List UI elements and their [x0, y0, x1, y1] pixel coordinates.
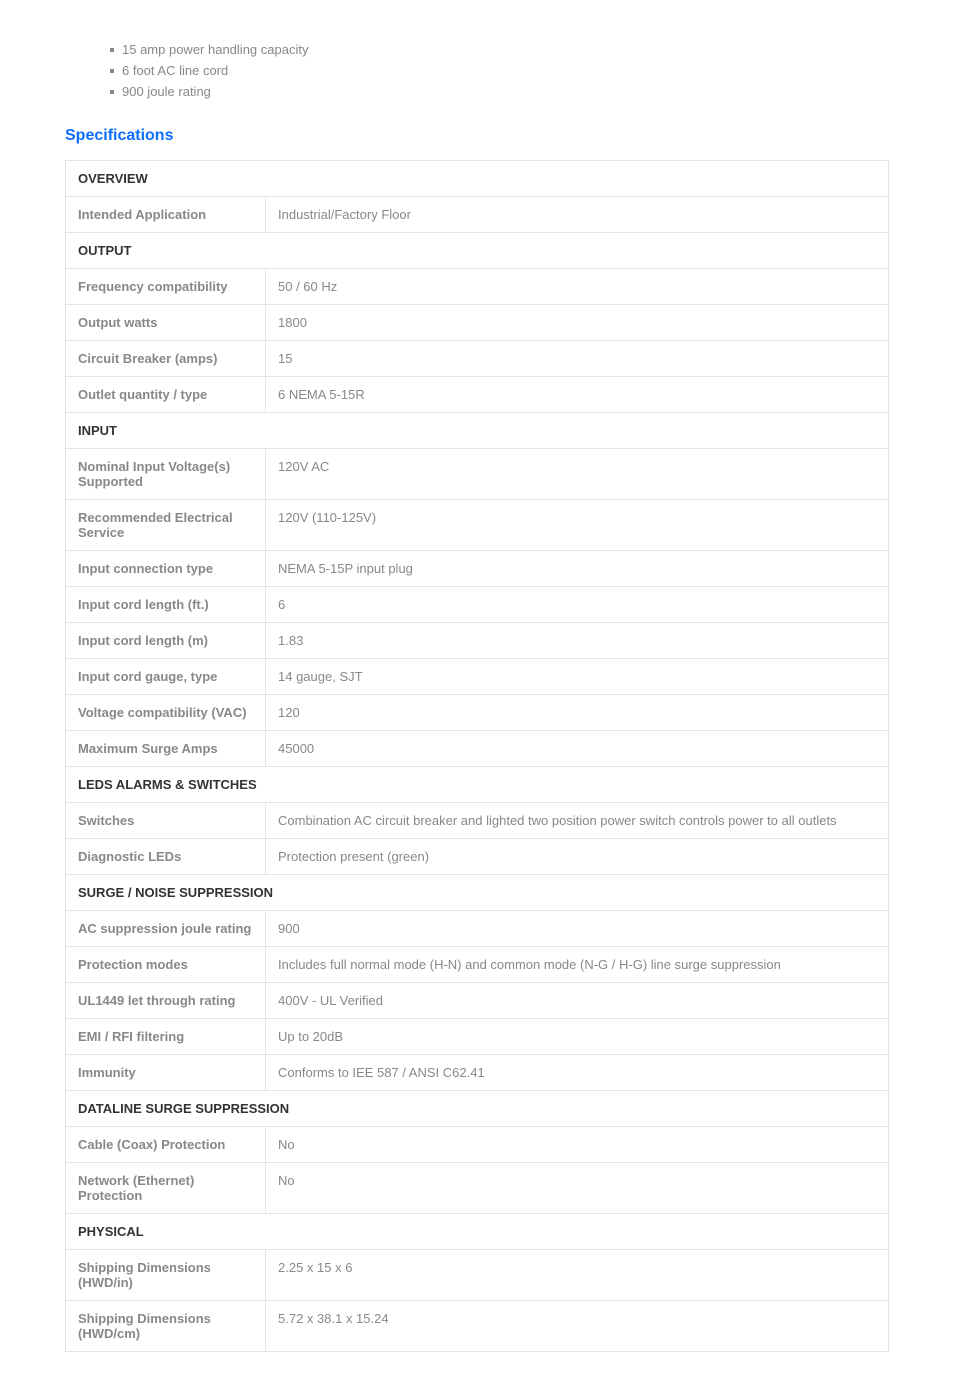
spec-value: Protection present (green)	[266, 839, 889, 875]
spec-label: Immunity	[66, 1055, 266, 1091]
feature-item: 6 foot AC line cord	[110, 61, 889, 82]
section-header: OVERVIEW	[66, 161, 889, 197]
spec-label: Recommended Electrical Service	[66, 500, 266, 551]
spec-label: Voltage compatibility (VAC)	[66, 695, 266, 731]
table-row: Shipping Dimensions (HWD/in)2.25 x 15 x …	[66, 1250, 889, 1301]
table-row: Nominal Input Voltage(s) Supported120V A…	[66, 449, 889, 500]
table-row: Circuit Breaker (amps)15	[66, 341, 889, 377]
table-row: Cable (Coax) ProtectionNo	[66, 1127, 889, 1163]
spec-value: 400V - UL Verified	[266, 983, 889, 1019]
spec-label: Switches	[66, 803, 266, 839]
spec-value: 14 gauge, SJT	[266, 659, 889, 695]
table-row: Frequency compatibility50 / 60 Hz	[66, 269, 889, 305]
spec-label: Input cord length (m)	[66, 623, 266, 659]
section-header: OUTPUT	[66, 233, 889, 269]
section-header: LEDS ALARMS & SWITCHES	[66, 767, 889, 803]
spec-value: 120V AC	[266, 449, 889, 500]
spec-label: Input cord gauge, type	[66, 659, 266, 695]
spec-label: Network (Ethernet) Protection	[66, 1163, 266, 1214]
table-row: SwitchesCombination AC circuit breaker a…	[66, 803, 889, 839]
spec-label: Frequency compatibility	[66, 269, 266, 305]
spec-label: AC suppression joule rating	[66, 911, 266, 947]
feature-item: 15 amp power handling capacity	[110, 40, 889, 61]
table-row: ImmunityConforms to IEE 587 / ANSI C62.4…	[66, 1055, 889, 1091]
spec-label: Output watts	[66, 305, 266, 341]
spec-value: 6 NEMA 5-15R	[266, 377, 889, 413]
spec-label: Protection modes	[66, 947, 266, 983]
table-row: Network (Ethernet) ProtectionNo	[66, 1163, 889, 1214]
spec-label: Circuit Breaker (amps)	[66, 341, 266, 377]
spec-label: Intended Application	[66, 197, 266, 233]
spec-value: 2.25 x 15 x 6	[266, 1250, 889, 1301]
table-row: Diagnostic LEDsProtection present (green…	[66, 839, 889, 875]
table-row: EMI / RFI filteringUp to 20dB	[66, 1019, 889, 1055]
spec-label: UL1449 let through rating	[66, 983, 266, 1019]
feature-item: 900 joule rating	[110, 82, 889, 103]
table-row: AC suppression joule rating900	[66, 911, 889, 947]
spec-value: 120V (110-125V)	[266, 500, 889, 551]
spec-label: Diagnostic LEDs	[66, 839, 266, 875]
spec-value: No	[266, 1163, 889, 1214]
spec-label: EMI / RFI filtering	[66, 1019, 266, 1055]
spec-value: 50 / 60 Hz	[266, 269, 889, 305]
specifications-heading: Specifications	[65, 127, 889, 145]
spec-value: 6	[266, 587, 889, 623]
specifications-table: OVERVIEWIntended ApplicationIndustrial/F…	[65, 160, 889, 1352]
table-row: Input cord length (m)1.83	[66, 623, 889, 659]
table-row: Input connection typeNEMA 5-15P input pl…	[66, 551, 889, 587]
table-row: UL1449 let through rating400V - UL Verif…	[66, 983, 889, 1019]
spec-label: Shipping Dimensions (HWD/cm)	[66, 1301, 266, 1352]
spec-label: Maximum Surge Amps	[66, 731, 266, 767]
spec-label: Input connection type	[66, 551, 266, 587]
spec-value: Includes full normal mode (H-N) and comm…	[266, 947, 889, 983]
table-row: Protection modesIncludes full normal mod…	[66, 947, 889, 983]
spec-value: Conforms to IEE 587 / ANSI C62.41	[266, 1055, 889, 1091]
spec-value: NEMA 5-15P input plug	[266, 551, 889, 587]
spec-value: Industrial/Factory Floor	[266, 197, 889, 233]
spec-label: Outlet quantity / type	[66, 377, 266, 413]
table-row: Output watts1800	[66, 305, 889, 341]
spec-value: 1.83	[266, 623, 889, 659]
spec-value: 1800	[266, 305, 889, 341]
spec-value: 15	[266, 341, 889, 377]
spec-value: No	[266, 1127, 889, 1163]
section-header: PHYSICAL	[66, 1214, 889, 1250]
table-row: Input cord gauge, type14 gauge, SJT	[66, 659, 889, 695]
table-row: Recommended Electrical Service120V (110-…	[66, 500, 889, 551]
spec-label: Cable (Coax) Protection	[66, 1127, 266, 1163]
table-row: Shipping Dimensions (HWD/cm)5.72 x 38.1 …	[66, 1301, 889, 1352]
spec-value: Up to 20dB	[266, 1019, 889, 1055]
section-header: SURGE / NOISE SUPPRESSION	[66, 875, 889, 911]
spec-value: 900	[266, 911, 889, 947]
table-row: Outlet quantity / type6 NEMA 5-15R	[66, 377, 889, 413]
table-row: Maximum Surge Amps45000	[66, 731, 889, 767]
spec-label: Shipping Dimensions (HWD/in)	[66, 1250, 266, 1301]
spec-value: 5.72 x 38.1 x 15.24	[266, 1301, 889, 1352]
section-header: DATALINE SURGE SUPPRESSION	[66, 1091, 889, 1127]
table-row: Voltage compatibility (VAC)120	[66, 695, 889, 731]
table-row: Input cord length (ft.)6	[66, 587, 889, 623]
spec-value: 120	[266, 695, 889, 731]
table-row: Intended ApplicationIndustrial/Factory F…	[66, 197, 889, 233]
spec-value: 45000	[266, 731, 889, 767]
spec-label: Input cord length (ft.)	[66, 587, 266, 623]
feature-list: 15 amp power handling capacity 6 foot AC…	[110, 40, 889, 102]
section-header: INPUT	[66, 413, 889, 449]
spec-value: Combination AC circuit breaker and light…	[266, 803, 889, 839]
spec-label: Nominal Input Voltage(s) Supported	[66, 449, 266, 500]
